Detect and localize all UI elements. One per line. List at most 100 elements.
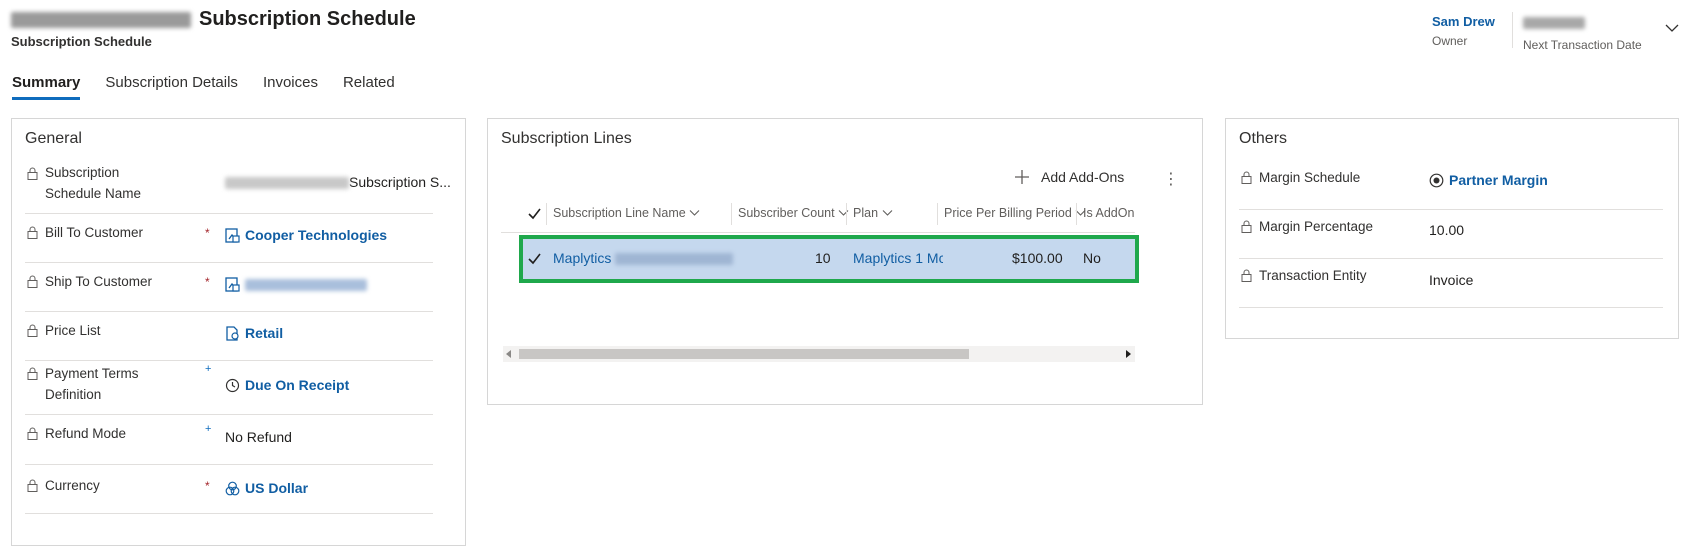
lock-icon <box>27 324 38 337</box>
lock-icon <box>27 275 38 288</box>
field-label: Margin Percentage <box>1259 219 1374 234</box>
add-add-ons-button[interactable]: Add Add-Ons <box>1015 169 1124 185</box>
next-transaction-date-label: Next Transaction Date <box>1523 38 1642 52</box>
field-value-text: Subscription S... <box>349 174 451 190</box>
lock-icon <box>27 479 38 492</box>
lock-icon <box>1241 171 1252 184</box>
currency-icon <box>225 481 240 496</box>
owner-field: Sam Drew Owner <box>1432 14 1495 48</box>
field-label: Currency <box>45 478 100 493</box>
field-margin-percentage: Margin Percentage 10.00 <box>1239 210 1663 259</box>
field-label: Margin Schedule <box>1259 170 1361 185</box>
tab-related[interactable]: Related <box>343 74 395 100</box>
scrollbar-thumb[interactable] <box>519 349 969 359</box>
required-indicator: * <box>205 275 210 289</box>
column-header-label: Subscription Line Name <box>553 206 686 220</box>
margin-icon <box>1429 173 1444 188</box>
lock-icon <box>27 427 38 440</box>
clock-icon <box>225 378 240 393</box>
tab-invoices[interactable]: Invoices <box>263 74 318 100</box>
field-subscription-schedule-name: Subscription Schedule Name Subscription S… <box>25 161 451 214</box>
column-divider <box>731 203 732 225</box>
next-transaction-date-field: Next Transaction Date <box>1523 14 1642 52</box>
lock-icon <box>1241 269 1252 282</box>
row-checkmark-icon[interactable] <box>528 253 541 265</box>
field-label: Price List <box>45 323 101 338</box>
section-title: Others <box>1239 130 1288 147</box>
grid-header: Subscription Line Name Subscriber Count … <box>501 195 1135 233</box>
field-refund-mode: Refund Mode + No Refund <box>25 415 433 465</box>
margin-schedule-link[interactable]: Partner Margin <box>1429 172 1548 188</box>
section-title: Subscription Lines <box>501 130 632 147</box>
transaction-entity-value[interactable]: Invoice <box>1429 272 1473 288</box>
chevron-down-icon <box>838 210 849 216</box>
price-cell: $100.00 <box>1012 250 1063 266</box>
scroll-right-icon[interactable] <box>1126 350 1132 358</box>
account-icon <box>225 228 240 243</box>
redacted-text <box>245 279 367 292</box>
column-header-subscriber-count[interactable]: Subscriber Count <box>738 206 849 220</box>
column-divider <box>1076 203 1077 225</box>
field-ship-to-customer: Ship To Customer * <box>25 263 433 312</box>
field-transaction-entity: Transaction Entity Invoice <box>1239 259 1663 308</box>
field-label-line: Subscription <box>45 165 120 180</box>
margin-percentage-value[interactable]: 10.00 <box>1429 222 1464 238</box>
field-label-line: Payment Terms <box>45 366 139 381</box>
tab-subscription-details[interactable]: Subscription Details <box>105 74 238 100</box>
owner-link[interactable]: Sam Drew <box>1432 14 1495 29</box>
field-value-text: Partner Margin <box>1449 172 1548 188</box>
column-header-label: Is AddOn <box>1083 206 1135 220</box>
entity-type-label: Subscription Schedule <box>11 34 152 49</box>
lock-icon <box>27 167 38 180</box>
select-all-checkmark-icon[interactable] <box>528 208 541 220</box>
field-label-line: Schedule Name <box>45 186 142 201</box>
redacted-text <box>1523 16 1585 29</box>
column-header-is-addon[interactable]: Is AddOn <box>1083 206 1135 220</box>
field-label: Bill To Customer <box>45 225 144 240</box>
general-section: General Subscription Schedule Name Subscr… <box>11 118 466 546</box>
account-icon <box>225 277 240 292</box>
subscription-lines-section: Subscription Lines Add Add-Ons ⋮ Subscri… <box>487 118 1203 405</box>
field-value-text: US Dollar <box>245 480 309 496</box>
price-list-icon <box>226 326 239 341</box>
others-section: Others Margin Schedule Partner Margin Ma… <box>1225 118 1679 339</box>
redacted-text <box>615 253 734 266</box>
field-label: Ship To Customer <box>45 274 153 289</box>
column-header-label: Subscriber Count <box>738 206 835 220</box>
field-value-text: Due On Receipt <box>245 377 350 393</box>
ship-to-customer-link[interactable] <box>225 276 367 292</box>
tab-summary[interactable]: Summary <box>12 74 81 100</box>
recommended-indicator: + <box>205 363 212 375</box>
tab-bar: Summary Subscription Details Invoices Re… <box>12 74 420 100</box>
recommended-indicator: + <box>205 423 212 435</box>
chevron-down-icon[interactable] <box>1664 20 1680 36</box>
plan-link[interactable]: Maplytics 1 Mc <box>853 250 943 266</box>
field-payment-terms-definition: Payment Terms Definition + Due On Receipt <box>25 361 433 415</box>
field-value[interactable]: Subscription S... <box>225 174 451 190</box>
column-header-label: Price Per Billing Period <box>944 206 1072 220</box>
refund-mode-value[interactable]: No Refund <box>225 429 292 445</box>
table-row[interactable]: Maplytics 10 Maplytics 1 Mc $100.00 No <box>519 235 1139 283</box>
lock-icon <box>1241 220 1252 233</box>
is-addon-cell: No <box>1083 250 1101 266</box>
field-label: Transaction Entity <box>1259 268 1367 283</box>
column-divider <box>846 203 847 225</box>
header-divider <box>1512 12 1513 48</box>
horizontal-scrollbar[interactable] <box>503 346 1135 362</box>
record-title: Subscription Schedule <box>11 8 416 31</box>
column-header-plan[interactable]: Plan <box>853 206 893 220</box>
price-list-link[interactable]: Retail <box>225 325 283 341</box>
scroll-left-icon[interactable] <box>506 350 512 358</box>
subscription-line-name-link[interactable]: Maplytics <box>553 250 734 266</box>
chevron-down-icon <box>882 210 892 216</box>
field-margin-schedule: Margin Schedule Partner Margin <box>1239 161 1663 210</box>
section-title: General <box>25 130 82 147</box>
column-header-subscription-line-name[interactable]: Subscription Line Name <box>553 206 700 220</box>
column-header-price-per-billing-period[interactable]: Price Per Billing Period <box>944 206 1086 220</box>
more-commands-button[interactable]: ⋮ <box>1163 169 1179 189</box>
currency-link[interactable]: US Dollar <box>225 480 308 496</box>
column-header-label: Plan <box>853 206 879 220</box>
payment-terms-link[interactable]: Due On Receipt <box>225 377 349 393</box>
field-price-list: Price List Retail <box>25 312 433 361</box>
bill-to-customer-link[interactable]: Cooper Technologies <box>225 227 387 243</box>
